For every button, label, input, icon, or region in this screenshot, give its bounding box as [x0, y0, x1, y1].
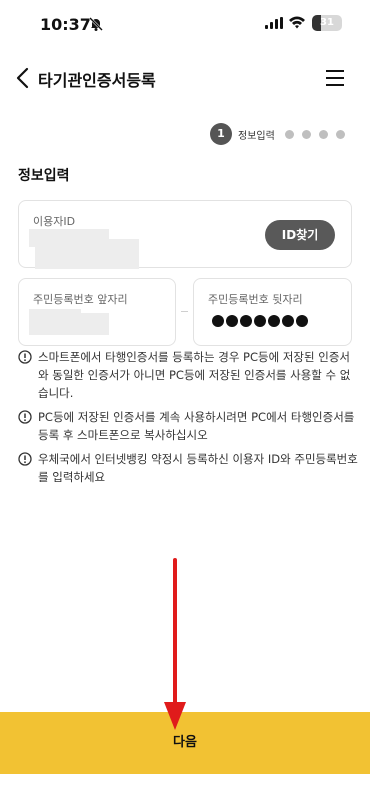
notice-item: PC등에 저장된 인증서를 계속 사용하시려면 PC에서 타행인증서를 등록 후…: [18, 408, 358, 444]
status-bar: 10:37 31: [0, 0, 370, 50]
back-arrow-icon[interactable]: [12, 65, 34, 91]
hamburger-menu-icon[interactable]: [324, 68, 346, 88]
ssn-front-field[interactable]: 주민등록번호 앞자리: [18, 278, 176, 346]
step-indicator: 1 정보입력: [210, 122, 345, 146]
mask-dot: [212, 315, 224, 327]
status-time: 10:37: [40, 15, 91, 34]
warning-circle-icon: [18, 452, 32, 466]
redacted-ssn-front: [71, 313, 109, 335]
step-dot: [318, 129, 328, 139]
battery-indicator: 31: [312, 15, 342, 31]
wifi-icon: [289, 16, 305, 29]
notice-text: 우체국에서 인터넷뱅킹 약정시 등록하신 이용자 ID와 주민등록번호를 입력하…: [38, 452, 358, 484]
step-dot: [335, 129, 345, 139]
ssn-separator: [181, 311, 188, 312]
find-id-button[interactable]: ID찾기: [265, 220, 335, 250]
notice-item: 우체국에서 인터넷뱅킹 약정시 등록하신 이용자 ID와 주민등록번호를 입력하…: [18, 450, 358, 486]
notice-text: 스마트폰에서 타행인증서를 등록하는 경우 PC등에 저장된 인증서와 동일한 …: [38, 350, 351, 400]
ssn-front-label: 주민등록번호 앞자리: [33, 293, 128, 306]
mask-dot: [240, 315, 252, 327]
masked-password-dots: [212, 315, 310, 327]
user-id-label: 이용자ID: [33, 215, 76, 228]
mask-dot: [268, 315, 280, 327]
signal-icon: [265, 17, 283, 29]
page-title: 타기관인증서등록: [38, 71, 156, 90]
user-id-field[interactable]: 이용자ID ID찾기: [18, 200, 352, 269]
annotation-arrow-icon: [164, 558, 186, 730]
notice-list: 스마트폰에서 타행인증서를 등록하는 경우 PC등에 저장된 인증서와 동일한 …: [18, 348, 358, 492]
step-dot: [284, 129, 294, 139]
redacted-user-id: [35, 239, 139, 269]
mask-dot: [282, 315, 294, 327]
warning-circle-icon: [18, 350, 32, 364]
ssn-back-field[interactable]: 주민등록번호 뒷자리: [193, 278, 352, 346]
ssn-back-label: 주민등록번호 뒷자리: [208, 293, 303, 306]
mask-dot: [254, 315, 266, 327]
app-header: 타기관인증서등록: [0, 55, 370, 101]
current-step-number: 1: [210, 123, 232, 145]
notice-item: 스마트폰에서 타행인증서를 등록하는 경우 PC등에 저장된 인증서와 동일한 …: [18, 348, 358, 402]
notice-text: PC등에 저장된 인증서를 계속 사용하시려면 PC에서 타행인증서를 등록 후…: [38, 410, 355, 442]
mask-dot: [226, 315, 238, 327]
section-title: 정보입력: [18, 168, 70, 184]
current-step-label: 정보입력: [238, 130, 275, 142]
bell-off-icon: [89, 17, 103, 31]
warning-circle-icon: [18, 410, 32, 424]
battery-percent: 31: [320, 17, 334, 28]
step-dot: [301, 129, 311, 139]
mask-dot: [296, 315, 308, 327]
